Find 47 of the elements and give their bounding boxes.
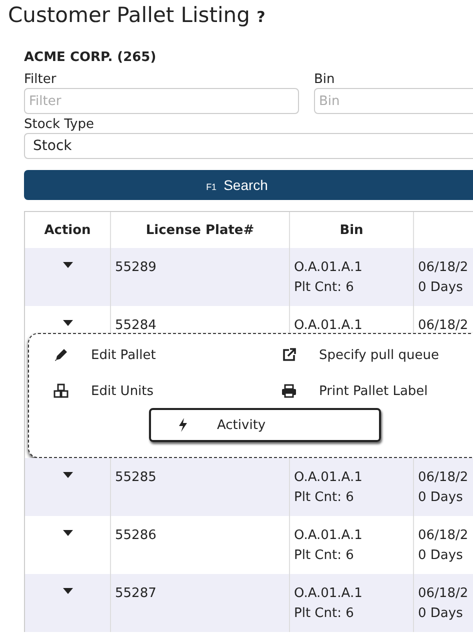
table-cell-text: 0 Days	[418, 605, 463, 623]
page-title: Customer Pallet Listing	[8, 3, 250, 27]
table-cell-text: 0 Days	[418, 489, 463, 507]
external-link-icon	[281, 347, 297, 363]
caret-down-icon[interactable]	[62, 320, 72, 326]
table-cell-text: Plt Cnt: 6	[294, 489, 354, 507]
table-cell-text: Plt Cnt: 6	[294, 605, 354, 623]
menu-item[interactable]: Print Pallet Label	[281, 376, 428, 406]
table-cell-text: O.A.01.A.1	[294, 317, 362, 333]
table-cell-text: O.A.01.A.1	[294, 585, 362, 603]
search-button[interactable]: F1 Search	[24, 170, 473, 200]
table-cell-text: O.A.01.A.1	[294, 259, 362, 277]
caret-down-icon[interactable]	[62, 530, 72, 536]
table-cell-text: 55284	[115, 317, 156, 333]
table-cell-text: 06/18/2	[418, 469, 468, 487]
table-cell-text: 06/18/2	[418, 317, 468, 333]
table-cell-text: 55289	[115, 259, 156, 277]
table-cell-text: 06/18/2	[418, 259, 468, 277]
customer-name: ACME CORP. (265)	[24, 49, 158, 67]
table-cell-text: Plt Cnt: 6	[294, 547, 354, 565]
table-cell-text: 06/18/2	[418, 527, 468, 545]
menu-item[interactable]: Specify pull queue	[281, 340, 440, 370]
help-link[interactable]: ?	[256, 8, 266, 26]
table-cell-text: 55285	[115, 469, 156, 487]
table-cell-text: O.A.01.A.1	[294, 469, 362, 487]
filter-input[interactable]: Filter	[24, 88, 299, 114]
field-label: Filter	[24, 72, 56, 88]
printer-icon	[281, 383, 297, 399]
field-label: Stock Type	[24, 117, 94, 133]
caret-down-icon[interactable]	[62, 262, 72, 268]
menu-item[interactable]: Activity	[149, 408, 381, 442]
table-cell-text: 55286	[115, 527, 156, 545]
table-cell-text: 0 Days	[418, 547, 463, 565]
field-label: Bin	[314, 72, 335, 88]
menu-item[interactable]: Edit Units	[53, 376, 154, 406]
table-cell-text: 55287	[115, 585, 156, 603]
table-cell-text: 0 Days	[418, 279, 463, 297]
pencil-icon	[53, 347, 69, 363]
table-cell-text: 06/18/2	[418, 585, 468, 603]
table-cell-text: Plt Cnt: 6	[294, 279, 354, 297]
menu-item[interactable]: Edit Pallet	[53, 340, 156, 370]
table-cell-text: O.A.01.A.1	[294, 527, 362, 545]
bin-input[interactable]: Bin	[314, 88, 473, 114]
stock-type-select[interactable]: Stock	[24, 133, 473, 159]
cubes-icon	[53, 383, 69, 399]
caret-down-icon[interactable]	[62, 472, 72, 478]
caret-down-icon[interactable]	[62, 588, 72, 594]
